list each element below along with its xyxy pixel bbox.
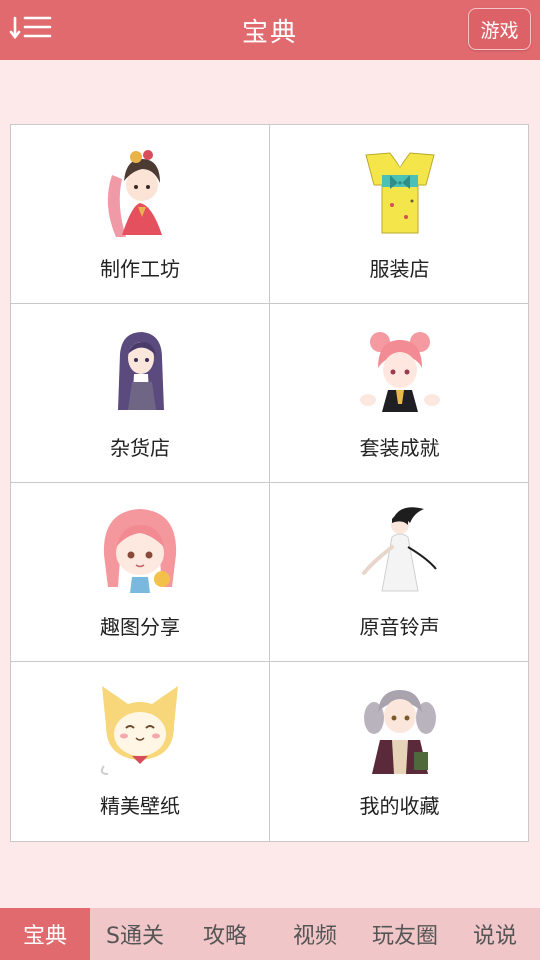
tab-posts[interactable]: 说说 [450, 908, 540, 960]
grid-item-favorites[interactable]: 我的收藏 [270, 662, 529, 841]
grid-item-label: 我的收藏 [359, 794, 440, 818]
grid-item-clothing-shop[interactable]: 服装店 [270, 125, 529, 304]
grid-item-label: 套装成就 [359, 436, 440, 460]
grid-item-fun-pictures[interactable]: 趣图分享 [11, 483, 270, 662]
grid-item-label: 制作工坊 [100, 257, 180, 281]
pink-hair-chibi-girl-illustration [92, 503, 188, 599]
grid-item-workshop[interactable]: 制作工坊 [11, 125, 270, 304]
grid-item-label: 服装店 [369, 257, 430, 281]
yellow-cat-illustration [92, 682, 188, 778]
grid-item-grocery[interactable]: 杂货店 [11, 304, 270, 483]
tab-s-clear[interactable]: S通关 [90, 908, 180, 960]
grid-item-label: 杂货店 [110, 436, 170, 460]
grid-item-wallpapers[interactable]: 精美壁纸 [11, 662, 270, 841]
purple-hair-girl-illustration [92, 324, 188, 420]
menu-list-icon[interactable] [8, 14, 54, 46]
chinese-costume-girl-illustration [92, 145, 188, 241]
grid-item-ringtones[interactable]: 原音铃声 [270, 483, 529, 662]
page-title: 宝典 [241, 17, 298, 48]
tab-video[interactable]: 视频 [270, 908, 360, 960]
grid-item-label: 趣图分享 [100, 615, 180, 639]
tab-baodian[interactable]: 宝典 [0, 908, 90, 960]
silver-drill-hair-girl-illustration [352, 682, 448, 778]
grid-item-label: 精美壁纸 [100, 794, 180, 818]
bottom-tab-bar: 宝典 S通关 攻略 视频 玩友圈 说说 [0, 908, 540, 960]
tab-guide[interactable]: 攻略 [180, 908, 270, 960]
app-header: 宝典 游戏 [0, 0, 540, 60]
tab-friends-circle[interactable]: 玩友圈 [360, 908, 450, 960]
game-button[interactable]: 游戏 [468, 8, 531, 50]
grid-item-label: 原音铃声 [359, 615, 440, 639]
white-dress-girl-illustration [352, 503, 448, 599]
feature-grid: 制作工坊 服装店 杂货店 套装成就 趣图分享 原音铃声 精美壁纸 我的收藏 [10, 124, 529, 842]
pink-hair-bun-girl-illustration [352, 324, 448, 420]
yellow-kimono-illustration [352, 145, 448, 241]
grid-item-outfit-achievement[interactable]: 套装成就 [270, 304, 529, 483]
